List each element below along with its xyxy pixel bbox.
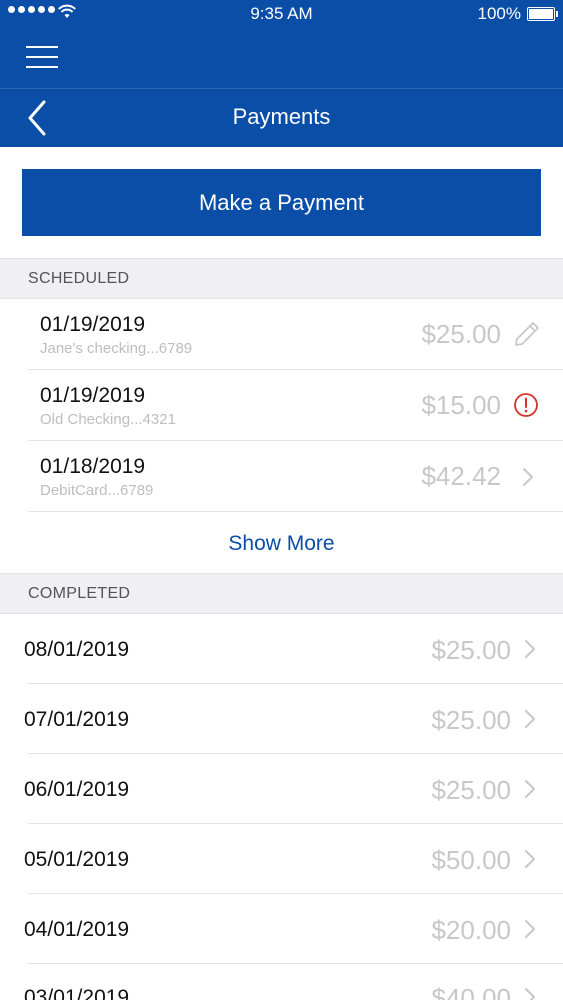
show-more-link[interactable]: Show More — [0, 516, 563, 572]
payment-account: Jane's checking...6789 — [40, 340, 193, 357]
payment-amount: $20.00 — [431, 915, 511, 945]
completed-payment-row[interactable]: 07/01/2019 $25.00 — [0, 684, 563, 754]
completed-payment-row[interactable]: 08/01/2019 $25.00 — [0, 614, 563, 684]
payment-date: 01/19/2019 — [40, 313, 146, 336]
payment-date: 08/01/2019 — [24, 638, 130, 661]
payment-date: 01/19/2019 — [40, 384, 146, 407]
chevron-right-icon — [525, 850, 535, 868]
payment-date: 01/18/2019 — [40, 455, 146, 478]
payment-amount: $25.00 — [421, 319, 501, 349]
battery-icon — [527, 7, 558, 21]
completed-payment-row[interactable]: 05/01/2019 $50.00 — [0, 824, 563, 894]
completed-payment-row[interactable]: 06/01/2019 $25.00 — [0, 754, 563, 824]
payment-date: 06/01/2019 — [24, 778, 130, 801]
completed-payment-row[interactable]: 04/01/2019 $20.00 — [0, 894, 563, 964]
scheduled-payment-row[interactable]: 01/18/2019 DebitCard...6789 $42.42 — [0, 441, 563, 512]
scheduled-section-header: SCHEDULED — [0, 258, 563, 299]
chevron-right-icon — [525, 988, 535, 1000]
scheduled-header-label: SCHEDULED — [28, 270, 130, 287]
completed-header-label: COMPLETED — [28, 585, 131, 602]
row-divider — [28, 511, 563, 512]
scheduled-payment-row[interactable]: 01/19/2019 Jane's checking...6789 $25.00 — [0, 299, 563, 370]
alert-icon[interactable] — [513, 392, 539, 418]
chevron-right-icon — [523, 468, 533, 486]
scheduled-payment-row[interactable]: 01/19/2019 Old Checking...4321 $15.00 — [0, 370, 563, 441]
make-payment-button[interactable]: Make a Payment — [22, 169, 541, 236]
payment-date: 04/01/2019 — [24, 918, 130, 941]
payment-amount: $50.00 — [431, 845, 511, 875]
payment-date: 05/01/2019 — [24, 848, 130, 871]
payment-account: DebitCard...6789 — [40, 482, 154, 499]
payment-date: 07/01/2019 — [24, 708, 130, 731]
payment-date: 03/01/2019 — [24, 986, 130, 1000]
payment-amount: $40.00 — [431, 983, 511, 1000]
payment-amount: $25.00 — [431, 635, 511, 665]
payment-amount: $25.00 — [431, 705, 511, 735]
page-title: Payments — [232, 104, 331, 129]
chevron-right-icon — [525, 920, 535, 938]
top-navigation-bar: 9:35 AM 100% Payments — [0, 0, 563, 147]
completed-section-header: COMPLETED — [0, 573, 563, 614]
chevron-right-icon — [525, 780, 535, 798]
pencil-icon[interactable] — [513, 320, 541, 348]
payment-amount: $42.42 — [421, 461, 501, 491]
payment-amount: $15.00 — [421, 390, 501, 420]
header-divider — [0, 88, 563, 89]
chevron-right-icon — [525, 710, 535, 728]
status-bar: 9:35 AM 100% — [0, 0, 563, 28]
hamburger-menu-icon[interactable] — [26, 44, 58, 70]
chevron-right-icon — [525, 640, 535, 658]
payment-amount: $25.00 — [431, 775, 511, 805]
battery-percentage: 100% — [477, 4, 521, 23]
payment-account: Old Checking...4321 — [40, 411, 176, 428]
completed-payment-row[interactable]: 03/01/2019 $40.00 — [0, 964, 563, 1000]
